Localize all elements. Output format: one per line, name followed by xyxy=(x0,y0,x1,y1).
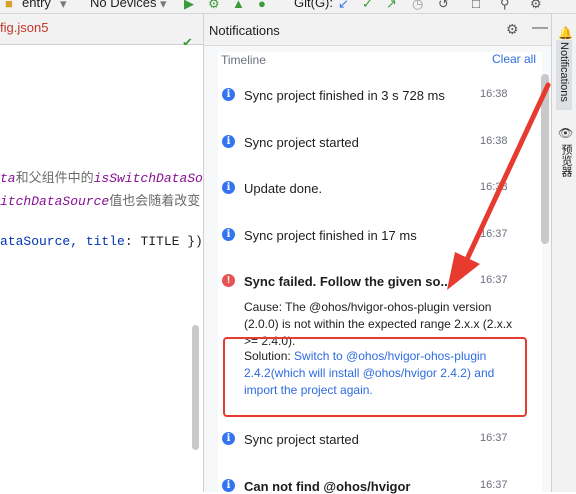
minimize-icon[interactable]: — xyxy=(532,19,548,37)
notification-time: 16:38 xyxy=(480,181,508,193)
file-icon[interactable]: □ xyxy=(472,0,480,11)
bell-icon[interactable]: 🔔 xyxy=(558,26,573,40)
push-icon[interactable]: ↗ xyxy=(386,0,397,11)
info-icon: i xyxy=(222,135,235,148)
info-icon: i xyxy=(222,228,235,241)
info-icon: i xyxy=(222,88,235,101)
solution-label: Solution: xyxy=(244,349,295,363)
run-config-selector[interactable]: entry xyxy=(22,0,51,11)
rollback-icon[interactable]: ↺ xyxy=(438,0,449,11)
notification-time: 16:37 xyxy=(480,479,508,491)
code-token: title xyxy=(85,234,125,249)
notification-list: Timeline Clear all i Sync project finish… xyxy=(218,52,542,494)
timeline-label: Timeline xyxy=(221,53,266,67)
main-toolbar: ■ entry ▾ No Devices ▾ ▶ ⚙ ▲ ● Git(G): ↙… xyxy=(0,0,576,14)
panel-header: Notifications ⚙ — xyxy=(204,14,551,46)
notification-time: 16:37 xyxy=(480,228,508,240)
history-icon[interactable]: ◷ xyxy=(412,0,423,11)
eye-icon[interactable]: 👁 xyxy=(558,126,573,140)
code-token: ta xyxy=(0,171,16,186)
code-comment: 和父组件中的 xyxy=(15,171,94,186)
notification-time: 16:38 xyxy=(480,88,508,100)
info-icon: i xyxy=(222,479,235,492)
editor-tab-bar: fig.json5 xyxy=(0,14,203,45)
commit-icon[interactable]: ✓ xyxy=(362,0,373,11)
code-token: isSwitchDataSo xyxy=(93,171,203,186)
notification-text: Sync project finished in 3 s 728 ms xyxy=(244,88,445,103)
run-icon[interactable]: ▶ xyxy=(184,0,194,11)
update-project-icon[interactable]: ↙ xyxy=(338,0,349,11)
gear-icon[interactable]: ⚙ xyxy=(506,21,519,38)
notifications-panel: Notifications ⚙ — Timeline Clear all i S… xyxy=(204,14,551,494)
profile-icon[interactable]: ▲ xyxy=(232,0,245,11)
code-token: ataSource, xyxy=(0,234,86,249)
clear-all-link[interactable]: Clear all xyxy=(492,52,536,66)
error-icon: ! xyxy=(222,274,235,287)
search-icon[interactable]: ⚲ xyxy=(500,0,510,11)
notification-time: 16:37 xyxy=(480,432,508,444)
debug-icon[interactable]: ⚙ xyxy=(208,0,220,11)
code-line: itchDataSource值也会随着改变 xyxy=(0,190,200,209)
chevron-down-icon: ▾ xyxy=(60,0,67,11)
device-selector[interactable]: No Devices xyxy=(90,0,156,11)
module-icon: ■ xyxy=(5,0,13,11)
notification-cause: Cause: The @ohos/hvigor-ohos-plugin vers… xyxy=(244,300,513,348)
notification-text: Sync project started xyxy=(244,135,359,150)
editor-scrollbar[interactable] xyxy=(192,325,199,450)
code-line: ataSource, title: TITLE }) xyxy=(0,234,203,249)
notification-text: Sync project finished in 17 ms xyxy=(244,228,417,243)
attach-icon[interactable]: ● xyxy=(258,0,266,11)
editor-tab-config[interactable]: fig.json5 xyxy=(0,20,48,35)
code-comment: 值也会随着改变 xyxy=(109,194,201,209)
info-icon: i xyxy=(222,432,235,445)
notification-scrollbar[interactable] xyxy=(541,74,549,244)
code-token: itchDataSource xyxy=(0,194,110,209)
notification-solution: Solution: Switch to @ohos/hvigor-ohos-pl… xyxy=(244,348,524,399)
device-chevron-icon: ▾ xyxy=(160,0,167,11)
git-label: Git(G): xyxy=(294,0,333,10)
notification-text: Sync failed. Follow the given so... xyxy=(244,274,452,289)
notification-text: Update done. xyxy=(244,181,323,196)
tab-notifications[interactable]: Notifications xyxy=(556,40,572,110)
notification-time: 16:38 xyxy=(480,135,508,147)
tab-previewer[interactable]: 预览器 xyxy=(556,142,576,179)
code-editor[interactable]: ta和父组件中的isSwitchDataSo itchDataSource值也会… xyxy=(0,45,203,492)
code-token: : TITLE }) xyxy=(124,234,203,249)
info-icon: i xyxy=(222,181,235,194)
code-line: ta和父组件中的isSwitchDataSo xyxy=(0,167,203,186)
notification-text: Sync project started xyxy=(244,432,359,447)
panel-title: Notifications xyxy=(209,23,280,38)
right-tool-strip: 🔔 Notifications 👁 预览器 xyxy=(551,14,576,492)
settings-icon[interactable]: ⚙ xyxy=(530,0,542,11)
notification-time: 16:37 xyxy=(480,274,508,286)
